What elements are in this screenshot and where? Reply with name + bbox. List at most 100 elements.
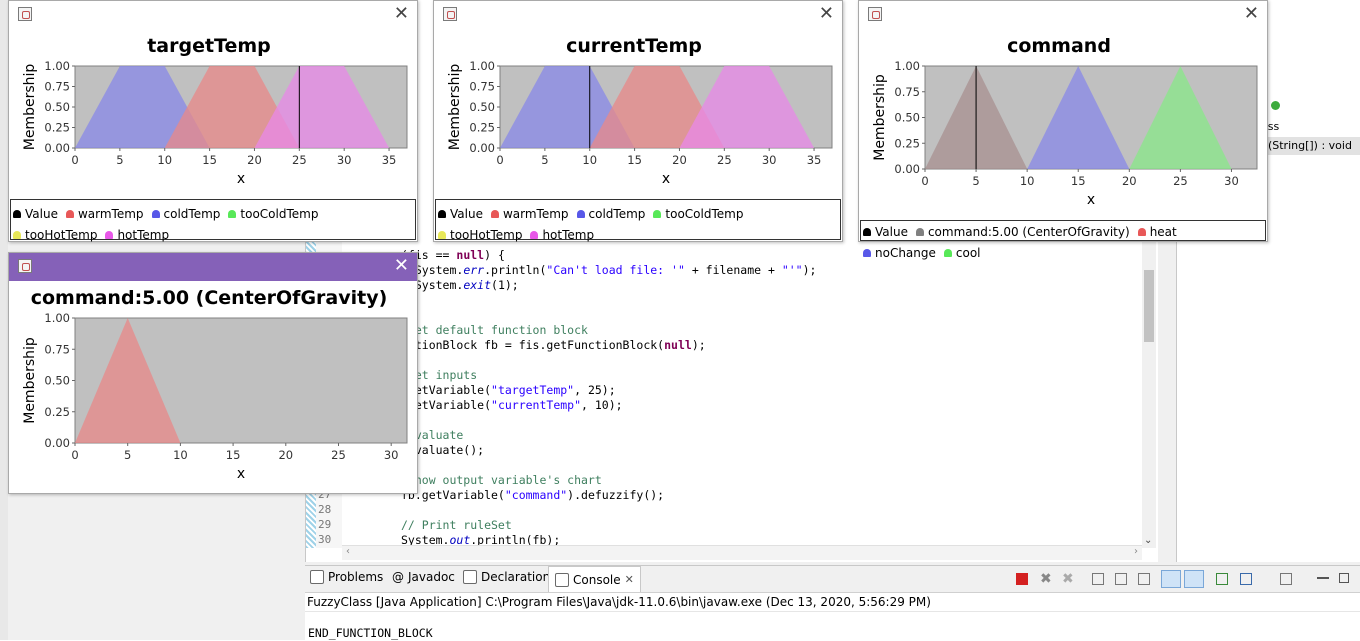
code-line[interactable]: .setVariable("currentTemp", 10); — [401, 398, 623, 412]
legend-item: Value — [13, 203, 58, 224]
code-token: .println( — [484, 263, 547, 277]
code-line[interactable]: Show output variable's chart — [401, 473, 602, 487]
legend-item: warmTemp — [65, 203, 144, 224]
currenttemp-chart: currentTemp 0.00 0.25 0.50 0.75 1.00 0 5 10 15 20 2… — [447, 35, 833, 187]
x-tick-label: 15 — [202, 153, 217, 167]
legend-label: warmTemp — [502, 206, 569, 221]
ide-left-strip — [0, 0, 8, 640]
scroll-right-icon[interactable]: › — [1134, 546, 1138, 557]
remove-all-icon[interactable]: ✖ — [1062, 572, 1074, 586]
x-tick-label: 15 — [1071, 174, 1086, 188]
cog-window[interactable]: ✕ command:5.00 (CenterOfGravity) 0.00 0.25… — [8, 252, 418, 494]
outline-item-main[interactable]: n(String[]) : void — [1261, 137, 1360, 155]
targettemp-window[interactable]: ✕ targetTemp 0.00 0.25 0.50 0.75 1.00 0 5 10 15 20… — [8, 0, 418, 242]
legend-swatch — [490, 209, 499, 218]
chart-title: command:5.00 (CenterOfGravity) — [31, 287, 388, 309]
tab-problems[interactable]: Problems — [310, 570, 383, 584]
legend-item: hotTemp — [105, 224, 169, 245]
title-bar[interactable]: ✕ — [9, 253, 417, 281]
x-tick-label: 0 — [496, 153, 503, 167]
legend-swatch — [576, 209, 585, 218]
close-icon[interactable]: ✕ — [1244, 4, 1259, 24]
legend-item: warmTemp — [490, 203, 569, 224]
code-line[interactable]: .setVariable("targetTemp", 25); — [401, 383, 616, 397]
legend-label: coldTemp — [163, 206, 221, 221]
title-bar[interactable]: ✕ — [859, 1, 1267, 29]
tab-console-label: Console — [573, 572, 621, 587]
close-icon[interactable]: ✕ — [394, 4, 409, 24]
legend-swatch — [1137, 227, 1146, 236]
java-icon — [868, 7, 882, 21]
close-tab-icon[interactable]: ✕ — [625, 573, 634, 586]
open-console-icon[interactable] — [1280, 573, 1292, 585]
y-tick-label: 0.00 — [44, 436, 70, 450]
x-tick-label: 25 — [717, 153, 732, 167]
x-tick-label: 20 — [247, 153, 262, 167]
code-line[interactable]: fb.getVariable("command").defuzzify(); — [401, 488, 664, 502]
code-line[interactable]: // Print ruleSet — [401, 518, 512, 532]
show-on-stderr-icon[interactable] — [1184, 570, 1204, 588]
legend-label: warmTemp — [77, 206, 144, 221]
chart-title: currentTemp — [566, 35, 702, 57]
clear-console-icon[interactable] — [1092, 573, 1104, 585]
pin-console-icon[interactable] — [1216, 573, 1228, 585]
display-console-icon[interactable] — [1240, 573, 1252, 585]
code-line[interactable]: nctionBlock fb = fis.getFunctionBlock(nu… — [401, 338, 706, 352]
y-tick-label: 0.75 — [44, 80, 70, 94]
line-number: 28 — [318, 503, 332, 516]
legend-label: coldTemp — [588, 206, 646, 221]
legend-swatch — [13, 209, 21, 218]
code-line[interactable]: Get default function block — [401, 323, 588, 337]
java-icon — [443, 7, 457, 21]
x-tick-label: 25 — [1173, 174, 1188, 188]
x-axis-label: x — [237, 171, 245, 187]
x-tick-label: 10 — [582, 153, 597, 167]
scroll-down-icon[interactable]: ⌄ — [1144, 535, 1152, 546]
code-token: , 10); — [581, 398, 623, 412]
title-bar[interactable]: ✕ — [434, 1, 842, 29]
code-line[interactable]: System.err.println("Can't load file: '" … — [401, 263, 817, 277]
code-token: "currentTemp" — [491, 398, 582, 412]
y-tick-label: 0.50 — [894, 111, 920, 125]
code-token: // Print ruleSet — [401, 518, 512, 532]
word-wrap-icon[interactable] — [1138, 573, 1150, 585]
chart-title: targetTemp — [147, 35, 271, 57]
problems-icon — [310, 570, 324, 584]
code-token: Get default function block — [401, 323, 588, 337]
x-tick-label: 30 — [1224, 174, 1239, 188]
y-tick-label: 0.25 — [44, 405, 70, 419]
remove-launch-icon[interactable]: ✖ — [1040, 572, 1052, 586]
legend-item: coldTemp — [151, 203, 221, 224]
close-icon[interactable]: ✕ — [394, 256, 409, 276]
legend-swatch — [438, 230, 446, 239]
maximize-panel-icon[interactable] — [1339, 573, 1349, 583]
minimize-panel-icon[interactable] — [1317, 577, 1329, 579]
tab-declaration[interactable]: Declaration — [463, 570, 550, 584]
legend-label: Value — [875, 224, 908, 239]
scroll-left-icon[interactable]: ‹ — [346, 546, 350, 557]
tab-javadoc-label: Javadoc — [408, 570, 455, 584]
x-tick-label: 5 — [972, 174, 979, 188]
x-tick-label: 30 — [337, 153, 352, 167]
currenttemp-window[interactable]: ✕ currentTemp 0.00 0.25 0.50 0.75 1.00 0 5 10 15 2… — [433, 0, 843, 242]
editor-horizontal-scrollbar[interactable]: ‹ › — [342, 545, 1142, 560]
x-tick-label: 0 — [921, 174, 928, 188]
tab-javadoc[interactable]: @ Javadoc — [392, 570, 455, 584]
y-tick-label: 0.25 — [469, 121, 495, 135]
editor-scroll-thumb[interactable] — [1144, 270, 1154, 342]
command-window[interactable]: ✕ command 0.00 0.25 0.50 0.75 1.00 0 5 10 15 20 25 3… — [858, 0, 1268, 260]
terminate-icon[interactable] — [1016, 573, 1028, 585]
code-line[interactable]: System.exit(1); — [401, 278, 519, 292]
public-icon[interactable] — [1271, 101, 1280, 110]
line-number: 30 — [318, 533, 332, 546]
code-token: ); — [802, 263, 817, 277]
scroll-lock-icon[interactable] — [1115, 573, 1127, 585]
y-axis-label: Membership — [22, 337, 38, 424]
legend-swatch — [438, 209, 446, 218]
code-token: "'" — [781, 263, 803, 277]
show-on-stdout-icon[interactable] — [1161, 570, 1181, 588]
close-icon[interactable]: ✕ — [819, 4, 834, 24]
tab-console[interactable]: Console ✕ — [548, 566, 641, 592]
title-bar[interactable]: ✕ — [9, 1, 417, 29]
x-tick-label: 5 — [124, 448, 131, 462]
